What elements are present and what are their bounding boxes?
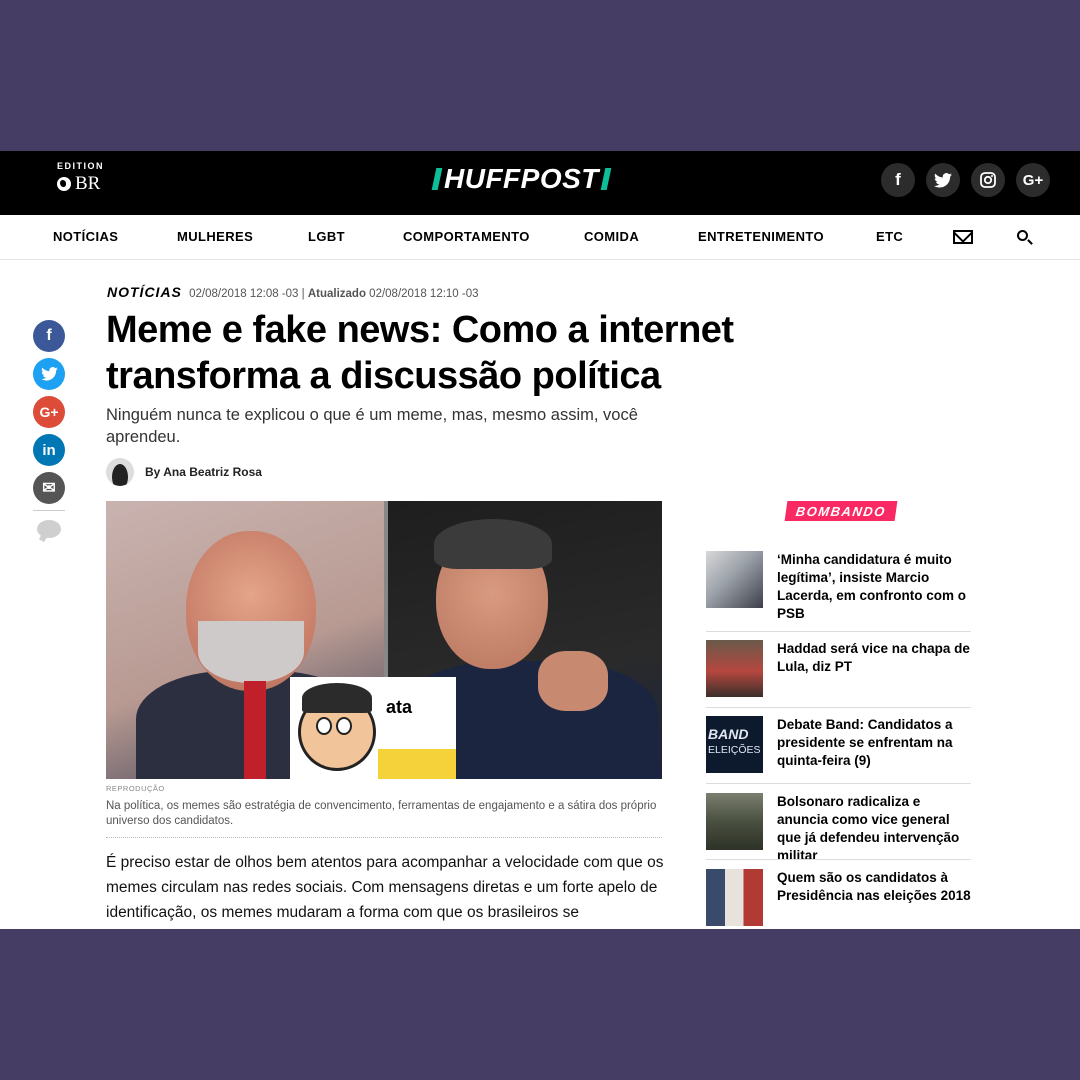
updated-label: Atualizado <box>307 288 366 300</box>
share-column: f G+ in ✉ <box>33 320 65 538</box>
trending-divider <box>706 707 971 708</box>
trending-item[interactable]: Haddad será vice na chapa de Lula, diz P… <box>706 640 971 697</box>
section-label[interactable]: NOTÍCIAS <box>107 284 182 300</box>
trending-divider <box>706 859 971 860</box>
nav-item-lgbt[interactable]: LGBT <box>308 229 345 244</box>
trending-divider <box>706 783 971 784</box>
image-caption: Na política, os memes são estratégia de … <box>106 799 662 838</box>
newsletter-mail-icon[interactable] <box>953 230 973 244</box>
share-linkedin-icon[interactable]: in <box>33 434 65 466</box>
logo-bar-left <box>431 168 443 190</box>
header-social-links: f G+ <box>881 163 1050 197</box>
meme-inset: ata <box>290 677 456 779</box>
browser-page: EDITION BR HUFFPOST f G+ NOTÍCIAS MULHER… <box>0 151 1080 929</box>
trending-thumbnail[interactable]: BAND ELEIÇÕES <box>706 716 763 773</box>
trending-item[interactable]: Bolsonaro radicaliza e anuncia como vice… <box>706 793 971 865</box>
header-google-plus-icon[interactable]: G+ <box>1016 163 1050 197</box>
trending-title[interactable]: ‘Minha candidatura é muito legítima’, in… <box>777 551 971 623</box>
globe-icon <box>57 177 71 191</box>
trending-item[interactable]: Quem são os candidatos à Presidência nas… <box>706 869 971 926</box>
logo-wordmark: HUFFPOST <box>444 163 599 194</box>
bombando-badge: BOMBANDO <box>784 501 898 521</box>
site-header: EDITION BR HUFFPOST f G+ <box>0 151 1080 215</box>
nav-item-mulheres[interactable]: MULHERES <box>177 229 253 244</box>
trending-title[interactable]: Quem são os candidatos à Presidência nas… <box>777 869 971 926</box>
share-google-plus-icon[interactable]: G+ <box>33 396 65 428</box>
comment-bubble-icon[interactable] <box>37 520 61 538</box>
trending-thumbnail[interactable] <box>706 869 763 926</box>
thumb-eleicoes-text: ELEIÇÕES <box>708 744 761 756</box>
edition-label: EDITION <box>57 161 105 171</box>
nav-item-etc[interactable]: ETC <box>876 229 903 244</box>
header-instagram-icon[interactable] <box>971 163 1005 197</box>
meme-text: ata <box>386 697 413 717</box>
trending-title[interactable]: Bolsonaro radicaliza e anuncia como vice… <box>777 793 971 865</box>
header-facebook-icon[interactable]: f <box>881 163 915 197</box>
trending-title[interactable]: Debate Band: Candidatos a presidente se … <box>777 716 971 773</box>
article-headline: Meme e fake news: Como a internet transf… <box>106 309 734 397</box>
share-facebook-icon[interactable]: f <box>33 320 65 352</box>
trending-item[interactable]: ‘Minha candidatura é muito legítima’, in… <box>706 551 971 623</box>
trending-thumbnail[interactable] <box>706 640 763 697</box>
nav-item-entretenimento[interactable]: ENTRETENIMENTO <box>698 229 824 244</box>
author-avatar <box>106 458 134 486</box>
logo-bar-right <box>600 168 612 190</box>
image-credit: REPRODUÇÃO <box>106 784 165 793</box>
published-date: 02/08/2018 12:08 -03 | <box>189 288 305 300</box>
main-navigation: NOTÍCIAS MULHERES LGBT COMPORTAMENTO COM… <box>0 215 1080 260</box>
article-meta: NOTÍCIAS 02/08/2018 12:08 -03 | Atualiza… <box>107 284 479 300</box>
search-icon[interactable] <box>1017 230 1028 241</box>
trending-thumbnail[interactable] <box>706 793 763 850</box>
trending-item[interactable]: BAND ELEIÇÕES Debate Band: Candidatos a … <box>706 716 971 773</box>
trending-title[interactable]: Haddad será vice na chapa de Lula, diz P… <box>777 640 971 697</box>
trending-thumbnail[interactable] <box>706 551 763 608</box>
article-subhead: Ninguém nunca te explicou o que é um mem… <box>106 406 638 446</box>
trending-divider <box>706 631 971 632</box>
share-divider <box>33 510 65 511</box>
share-email-icon[interactable]: ✉ <box>33 472 65 504</box>
updated-date: 02/08/2018 12:10 -03 <box>369 288 479 300</box>
nav-item-comida[interactable]: COMIDA <box>584 229 639 244</box>
article-hero-image: ata <box>106 501 662 779</box>
nav-item-noticias[interactable]: NOTÍCIAS <box>53 229 118 244</box>
share-twitter-icon[interactable] <box>33 358 65 390</box>
author-byline[interactable]: By Ana Beatriz Rosa <box>106 458 262 486</box>
nav-item-comportamento[interactable]: COMPORTAMENTO <box>403 229 530 244</box>
article-body: É preciso estar de olhos bem atentos par… <box>106 854 664 921</box>
header-twitter-icon[interactable] <box>926 163 960 197</box>
edition-value: BR <box>75 173 101 194</box>
huffpost-logo[interactable]: HUFFPOST <box>431 163 612 194</box>
thumb-band-text: BAND <box>708 726 749 742</box>
edition-selector[interactable]: EDITION BR <box>57 161 104 195</box>
author-name: By Ana Beatriz Rosa <box>145 465 262 479</box>
